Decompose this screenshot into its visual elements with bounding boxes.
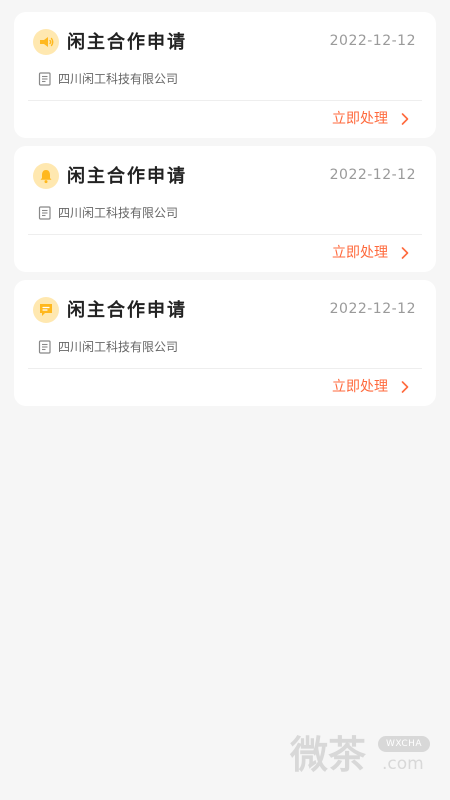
card-company: 四川闲工科技有限公司 <box>38 338 178 356</box>
document-icon <box>38 72 51 86</box>
company-name: 四川闲工科技有限公司 <box>58 340 179 354</box>
chevron-right-icon <box>401 113 409 125</box>
watermark-text: 微茶 <box>290 733 367 777</box>
watermark-badge: WXCHA <box>378 736 430 752</box>
watermark: 微茶 WXCHA .com <box>290 732 435 782</box>
document-icon <box>38 340 51 354</box>
card-title: 闲主合作申请 <box>67 32 187 53</box>
divider <box>28 100 422 101</box>
message-icon <box>33 297 59 323</box>
company-name: 四川闲工科技有限公司 <box>58 206 179 220</box>
handle-now-button[interactable]: 立即处理 <box>332 377 410 397</box>
handle-now-button[interactable]: 立即处理 <box>332 109 410 129</box>
divider <box>28 368 422 369</box>
card-company: 四川闲工科技有限公司 <box>38 70 178 88</box>
watermark-domain: .com <box>382 754 424 774</box>
chevron-right-icon <box>401 247 409 259</box>
notification-card: 闲主合作申请 2022-12-12 四川闲工科技有限公司 立即处理 <box>14 280 436 406</box>
card-date: 2022-12-12 <box>329 167 416 183</box>
notification-card: 闲主合作申请 2022-12-12 四川闲工科技有限公司 立即处理 <box>14 12 436 138</box>
divider <box>28 234 422 235</box>
megaphone-icon <box>33 29 59 55</box>
card-title: 闲主合作申请 <box>67 166 187 187</box>
company-name: 四川闲工科技有限公司 <box>58 72 179 86</box>
handle-now-button[interactable]: 立即处理 <box>332 243 410 263</box>
card-title: 闲主合作申请 <box>67 300 187 321</box>
card-date: 2022-12-12 <box>329 301 416 317</box>
notification-card: 闲主合作申请 2022-12-12 四川闲工科技有限公司 立即处理 <box>14 146 436 272</box>
card-date: 2022-12-12 <box>329 33 416 49</box>
bell-icon <box>33 163 59 189</box>
card-company: 四川闲工科技有限公司 <box>38 204 178 222</box>
chevron-right-icon <box>401 381 409 393</box>
handle-now-label: 立即处理 <box>332 111 388 127</box>
handle-now-label: 立即处理 <box>332 245 388 261</box>
handle-now-label: 立即处理 <box>332 379 388 395</box>
document-icon <box>38 206 51 220</box>
